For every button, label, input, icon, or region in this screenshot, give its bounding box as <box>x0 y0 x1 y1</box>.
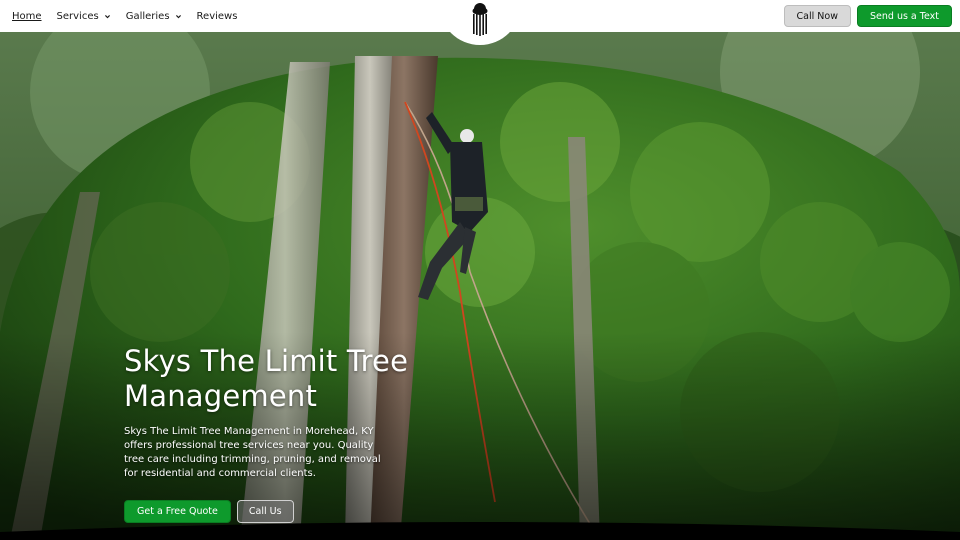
chevron-down-icon <box>104 14 110 18</box>
chevron-down-icon <box>175 14 181 18</box>
nav-galleries[interactable]: Galleries <box>126 11 182 22</box>
hero-section: Skys The Limit Tree Management Skys The … <box>0 32 960 540</box>
nav-home[interactable]: Home <box>12 11 42 22</box>
nav-services-label: Services <box>56 10 99 22</box>
main-nav: Home Services Galleries Reviews <box>12 11 252 22</box>
hero-title: Skys The Limit Tree Management <box>124 344 409 413</box>
header-actions: Call Now Send us a Text <box>783 5 952 27</box>
nav-services[interactable]: Services <box>57 11 111 22</box>
nav-home-label: Home <box>12 10 42 22</box>
logo-tree-icon <box>472 3 488 36</box>
hero-description: Skys The Limit Tree Management in Morehe… <box>124 426 381 479</box>
hero-content: Skys The Limit Tree Management Skys The … <box>124 344 424 523</box>
nav-reviews-label: Reviews <box>196 10 238 22</box>
free-quote-button[interactable]: Get a Free Quote <box>124 500 231 523</box>
call-now-button[interactable]: Call Now <box>783 5 851 27</box>
send-text-button[interactable]: Send us a Text <box>857 5 952 27</box>
call-us-button[interactable]: Call Us <box>236 500 294 523</box>
nav-reviews[interactable]: Reviews <box>197 11 238 22</box>
nav-galleries-label: Galleries <box>125 10 170 22</box>
hero-buttons: Get a Free Quote Call Us <box>124 500 424 523</box>
